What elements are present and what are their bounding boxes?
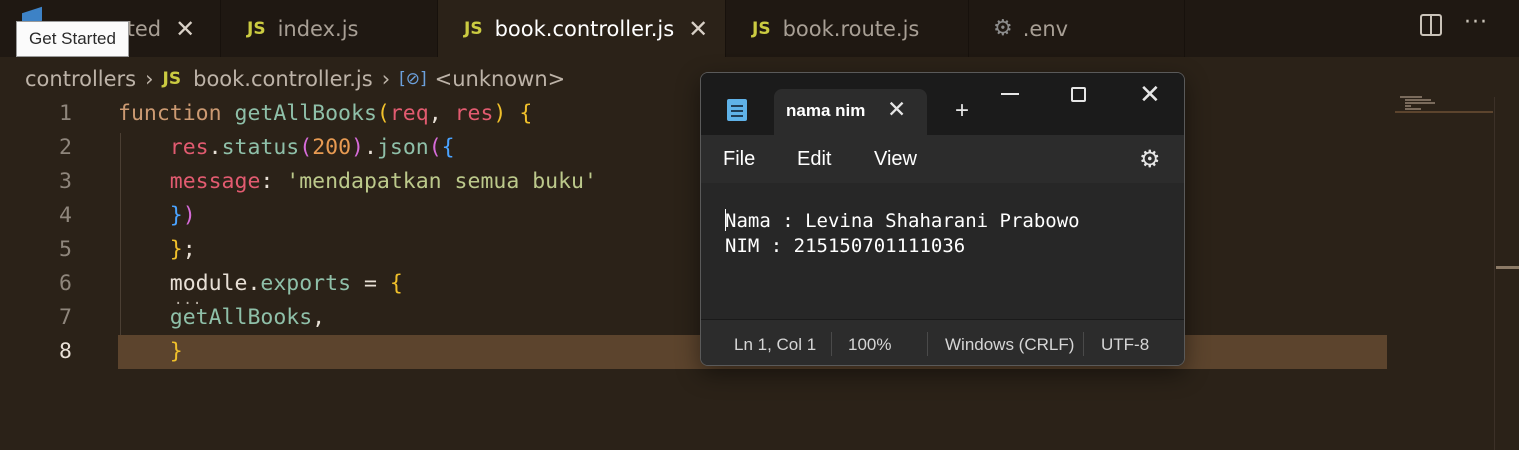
line-number: 8 [59, 339, 72, 364]
js-icon: JS [464, 18, 483, 39]
notepad-app-icon [727, 99, 747, 121]
js-icon: JS [752, 18, 771, 39]
tab-label: .env [1022, 16, 1069, 41]
editor-tab-bar: rted ✕ JS index.js JS book.controller.js… [0, 0, 1519, 57]
line-number: 6 [59, 271, 72, 296]
notepad-tab-title: nama nim [786, 101, 866, 120]
notepad-window: nama nim ✕ + ✕ File Edit View ⚙ Nama : L… [700, 72, 1185, 366]
notepad-titlebar[interactable]: nama nim ✕ + ✕ [701, 73, 1184, 135]
new-tab-icon[interactable]: + [955, 97, 969, 125]
close-icon[interactable]: ✕ [887, 96, 906, 123]
divider [1083, 332, 1084, 356]
breadcrumb-file[interactable]: book.controller.js [193, 67, 373, 91]
notepad-text-area[interactable]: Nama : Levina Shaharani Prabowo NIM : 215… [701, 183, 1184, 319]
code-text: message: 'mendapatkan semua buku' [118, 169, 597, 194]
line-number: 7 [59, 305, 72, 330]
tab-index-js[interactable]: JS index.js [221, 0, 438, 57]
code-text: } [118, 339, 183, 364]
breadcrumb-symbol[interactable]: <unknown> [435, 67, 566, 91]
maximize-icon[interactable] [1071, 87, 1086, 102]
js-icon: JS [247, 18, 266, 39]
tab-label: book.controller.js [494, 16, 675, 41]
status-encoding: UTF-8 [1101, 335, 1150, 354]
settings-gear-icon[interactable]: ⚙ [1139, 145, 1161, 174]
divider [831, 332, 832, 356]
tab-book-route[interactable]: JS book.route.js [726, 0, 969, 57]
close-icon[interactable]: ✕ [175, 15, 195, 43]
breadcrumb-folder[interactable]: controllers [25, 67, 136, 91]
line-number: 2 [59, 135, 72, 160]
code-text: res.status(200).json({ [118, 135, 455, 160]
window-close-icon[interactable]: ✕ [1139, 79, 1161, 110]
minimap[interactable] [1395, 96, 1495, 116]
menu-view[interactable]: View [874, 148, 917, 171]
line-number: 4 [59, 203, 72, 228]
chevron-right-icon: › [145, 67, 154, 91]
tab-label: index.js [277, 16, 359, 41]
tab-book-controller[interactable]: JS book.controller.js ✕ [438, 0, 726, 57]
minimize-icon[interactable] [1001, 93, 1019, 95]
hint-dots: ··· [174, 296, 203, 312]
code-text: function getAllBooks(req, res) { [118, 101, 533, 126]
menu-file[interactable]: File [723, 148, 755, 171]
line-number: 5 [59, 237, 72, 262]
code-text: getAllBooks, [118, 305, 326, 330]
line-number: 1 [59, 101, 72, 126]
code-text: module.exports = { [118, 271, 403, 296]
breadcrumb: controllers › JS book.controller.js › [⊘… [25, 64, 565, 94]
notepad-line: NIM : 215150701111036 [725, 235, 966, 257]
close-icon[interactable]: ✕ [688, 15, 708, 43]
line-number: 3 [59, 169, 72, 194]
status-line-ending: Windows (CRLF) [945, 335, 1075, 354]
status-position: Ln 1, Col 1 [734, 335, 817, 354]
tab-label: book.route.js [782, 16, 920, 41]
notepad-content[interactable]: Nama : Levina Shaharani Prabowo NIM : 215… [725, 209, 1080, 259]
vertical-scrollbar[interactable] [1494, 97, 1495, 450]
text-cursor [725, 209, 726, 231]
chevron-right-icon: › [381, 67, 391, 91]
divider [927, 332, 928, 356]
notepad-statusbar: Ln 1, Col 1 100% Windows (CRLF) UTF-8 [701, 319, 1184, 365]
scrollbar-marker [1496, 266, 1519, 269]
status-zoom: 100% [848, 335, 892, 354]
menu-edit[interactable]: Edit [797, 148, 831, 171]
tooltip: Get Started [16, 21, 129, 57]
symbol-icon: [⊘] [399, 69, 427, 89]
notepad-menubar: File Edit View ⚙ [701, 135, 1184, 183]
notepad-line: Nama : Levina Shaharani Prabowo [725, 210, 1080, 232]
gear-icon: ⚙ [993, 16, 1013, 41]
tab-env[interactable]: ⚙ .env [969, 0, 1185, 57]
more-actions-icon[interactable]: ··· [1464, 10, 1488, 35]
split-editor-icon[interactable] [1420, 14, 1442, 36]
code-text: }) [118, 203, 196, 228]
code-text: }; [118, 237, 196, 262]
notepad-tab[interactable]: nama nim ✕ [774, 89, 927, 135]
js-icon: JS [162, 69, 182, 89]
